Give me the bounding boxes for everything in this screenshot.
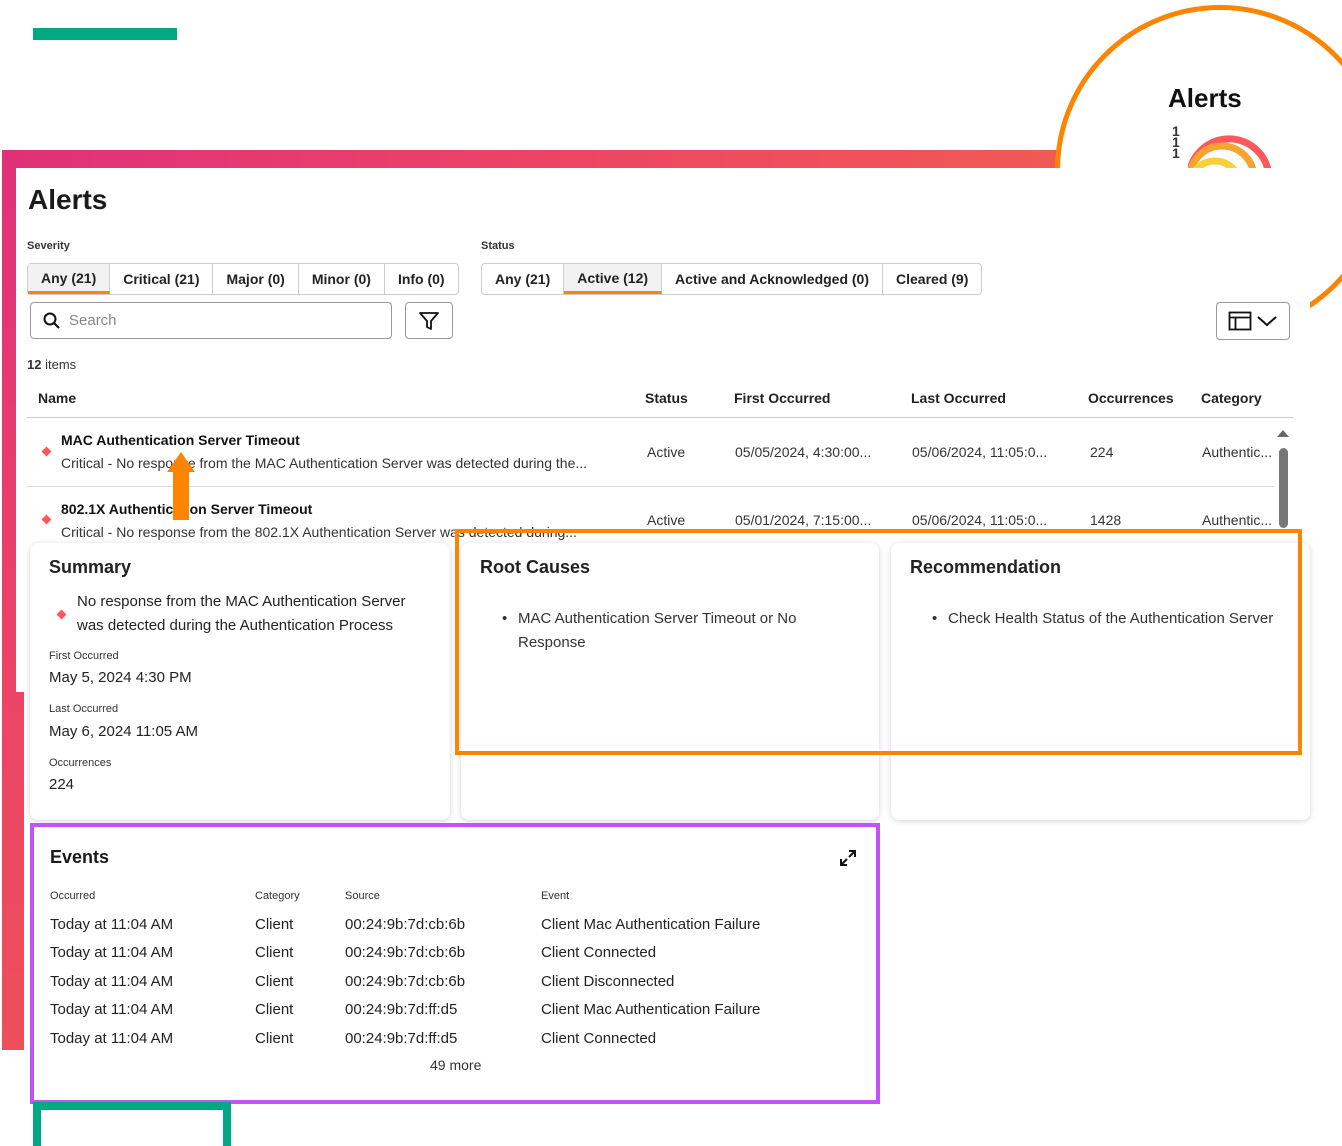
event-source: 00:24:9b:7d:cb:6b	[345, 916, 466, 933]
alert-first-occurred: 05/01/2024, 7:15:00...	[735, 512, 872, 528]
event-category: Client	[255, 1001, 294, 1018]
last-occurred-value: May 6, 2024 11:05 AM	[49, 723, 198, 740]
column-header-last-occurred[interactable]: Last Occurred	[911, 390, 1006, 406]
occurrences-label: Occurrences	[49, 757, 112, 769]
brand-bar	[33, 28, 177, 40]
severity-minor-button[interactable]: Minor (0)	[299, 264, 385, 294]
critical-severity-icon	[56, 609, 67, 620]
severity-filter-label: Severity	[27, 240, 70, 252]
items-count-suffix: items	[45, 357, 77, 372]
alert-occurrences: 1428	[1090, 512, 1122, 528]
severity-any-button[interactable]: Any (21)	[28, 264, 111, 294]
severity-critical-button[interactable]: Critical (21)	[110, 264, 214, 294]
event-category: Client	[255, 944, 294, 961]
severity-major-button[interactable]: Major (0)	[213, 264, 299, 294]
event-source: 00:24:9b:7d:cb:6b	[345, 944, 466, 961]
scroll-up-arrow-icon[interactable]	[1277, 430, 1289, 437]
first-occurred-label: First Occurred	[49, 650, 119, 662]
alert-last-occurred: 05/06/2024, 11:05:0...	[912, 512, 1048, 528]
column-header-status[interactable]: Status	[645, 390, 688, 406]
event-source: 00:24:9b:7d:ff:d5	[345, 1030, 458, 1047]
event-description: Client Connected	[541, 1030, 657, 1047]
callout-counts: 1 1 1	[1172, 124, 1180, 161]
alert-status: Active	[647, 444, 686, 460]
event-category: Client	[255, 1030, 294, 1047]
status-filter: Any (21) Active (12) Active and Acknowle…	[481, 263, 983, 295]
callout-title: Alerts	[1168, 83, 1242, 113]
event-occurred: Today at 11:04 AM	[50, 916, 174, 933]
occurrences-value: 224	[49, 776, 75, 793]
brand-frame	[33, 1102, 231, 1146]
table-layout-icon	[1228, 311, 1252, 331]
event-occurred: Today at 11:04 AM	[50, 973, 174, 990]
chevron-down-icon	[1257, 316, 1277, 327]
event-occurred: Today at 11:04 AM	[50, 1030, 174, 1047]
column-header-name[interactable]: Name	[38, 390, 76, 406]
event-category: Client	[255, 916, 294, 933]
filter-button[interactable]	[405, 302, 453, 339]
severity-info-button[interactable]: Info (0)	[385, 264, 458, 294]
summary-message-line1: No response from the MAC Authentication …	[77, 593, 406, 610]
column-header-first-occurred[interactable]: First Occurred	[734, 390, 830, 406]
highlight-box	[455, 529, 1302, 755]
filter-icon	[419, 311, 439, 330]
search-input[interactable]: Search	[30, 302, 392, 339]
event-occurred: Today at 11:04 AM	[50, 1001, 174, 1018]
events-card: Events Occurred Category Source Event To…	[30, 823, 880, 1104]
event-description: Client Mac Authentication Failure	[541, 1001, 761, 1018]
table-header-divider	[27, 417, 1293, 418]
search-icon	[43, 312, 60, 329]
summary-title: Summary	[49, 557, 132, 577]
event-description: Client Disconnected	[541, 973, 675, 990]
alert-occurrences: 224	[1090, 444, 1114, 460]
events-column-source: Source	[345, 890, 380, 902]
callout-arrow-shaft	[173, 470, 189, 520]
events-column-category: Category	[255, 890, 300, 902]
alert-status: Active	[647, 512, 686, 528]
row-divider	[27, 486, 1274, 487]
scrollbar-thumb[interactable]	[1279, 448, 1288, 528]
more-events-link[interactable]: 49 more	[430, 1057, 481, 1073]
alert-first-occurred: 05/05/2024, 4:30:00...	[735, 444, 872, 460]
alert-name: MAC Authentication Server Timeout	[61, 432, 300, 448]
event-source: 00:24:9b:7d:ff:d5	[345, 1001, 458, 1018]
last-occurred-label: Last Occurred	[49, 703, 119, 715]
page-title: Alerts	[28, 184, 108, 215]
column-header-occurrences[interactable]: Occurrences	[1088, 390, 1174, 406]
summary-card: Summary No response from the MAC Authent…	[30, 543, 450, 820]
alert-category: Authentic...	[1202, 512, 1273, 528]
items-count: 12 items	[27, 357, 76, 372]
status-filter-label: Status	[481, 240, 515, 252]
events-title: Events	[50, 847, 110, 867]
event-description: Client Mac Authentication Failure	[541, 916, 761, 933]
event-occurred: Today at 11:04 AM	[50, 944, 174, 961]
status-active-acknowledged-button[interactable]: Active and Acknowledged (0)	[662, 264, 884, 294]
first-occurred-value: May 5, 2024 4:30 PM	[49, 669, 192, 686]
items-count-number: 12	[27, 357, 42, 372]
event-description: Client Connected	[541, 944, 657, 961]
search-placeholder: Search	[69, 312, 117, 329]
status-active-button[interactable]: Active (12)	[564, 264, 663, 294]
events-column-event: Event	[541, 890, 570, 902]
events-column-occurred: Occurred	[50, 890, 96, 902]
column-header-category[interactable]: Category	[1201, 390, 1262, 406]
status-cleared-button[interactable]: Cleared (9)	[883, 264, 981, 294]
alert-category: Authentic...	[1202, 444, 1273, 460]
callout-count: 1	[1172, 145, 1180, 161]
expand-icon[interactable]	[839, 849, 857, 867]
event-source: 00:24:9b:7d:cb:6b	[345, 973, 466, 990]
status-any-button[interactable]: Any (21)	[482, 264, 565, 294]
alert-description: Critical - No response from the MAC Auth…	[61, 455, 588, 471]
event-category: Client	[255, 973, 294, 990]
summary-message-line2: was detected during the Authentication P…	[77, 617, 394, 634]
severity-filter: Any (21) Critical (21) Major (0) Minor (…	[27, 263, 459, 295]
alert-last-occurred: 05/06/2024, 11:05:0...	[912, 444, 1048, 460]
callout-arrow-icon	[167, 452, 195, 472]
column-settings-button[interactable]	[1216, 302, 1290, 340]
